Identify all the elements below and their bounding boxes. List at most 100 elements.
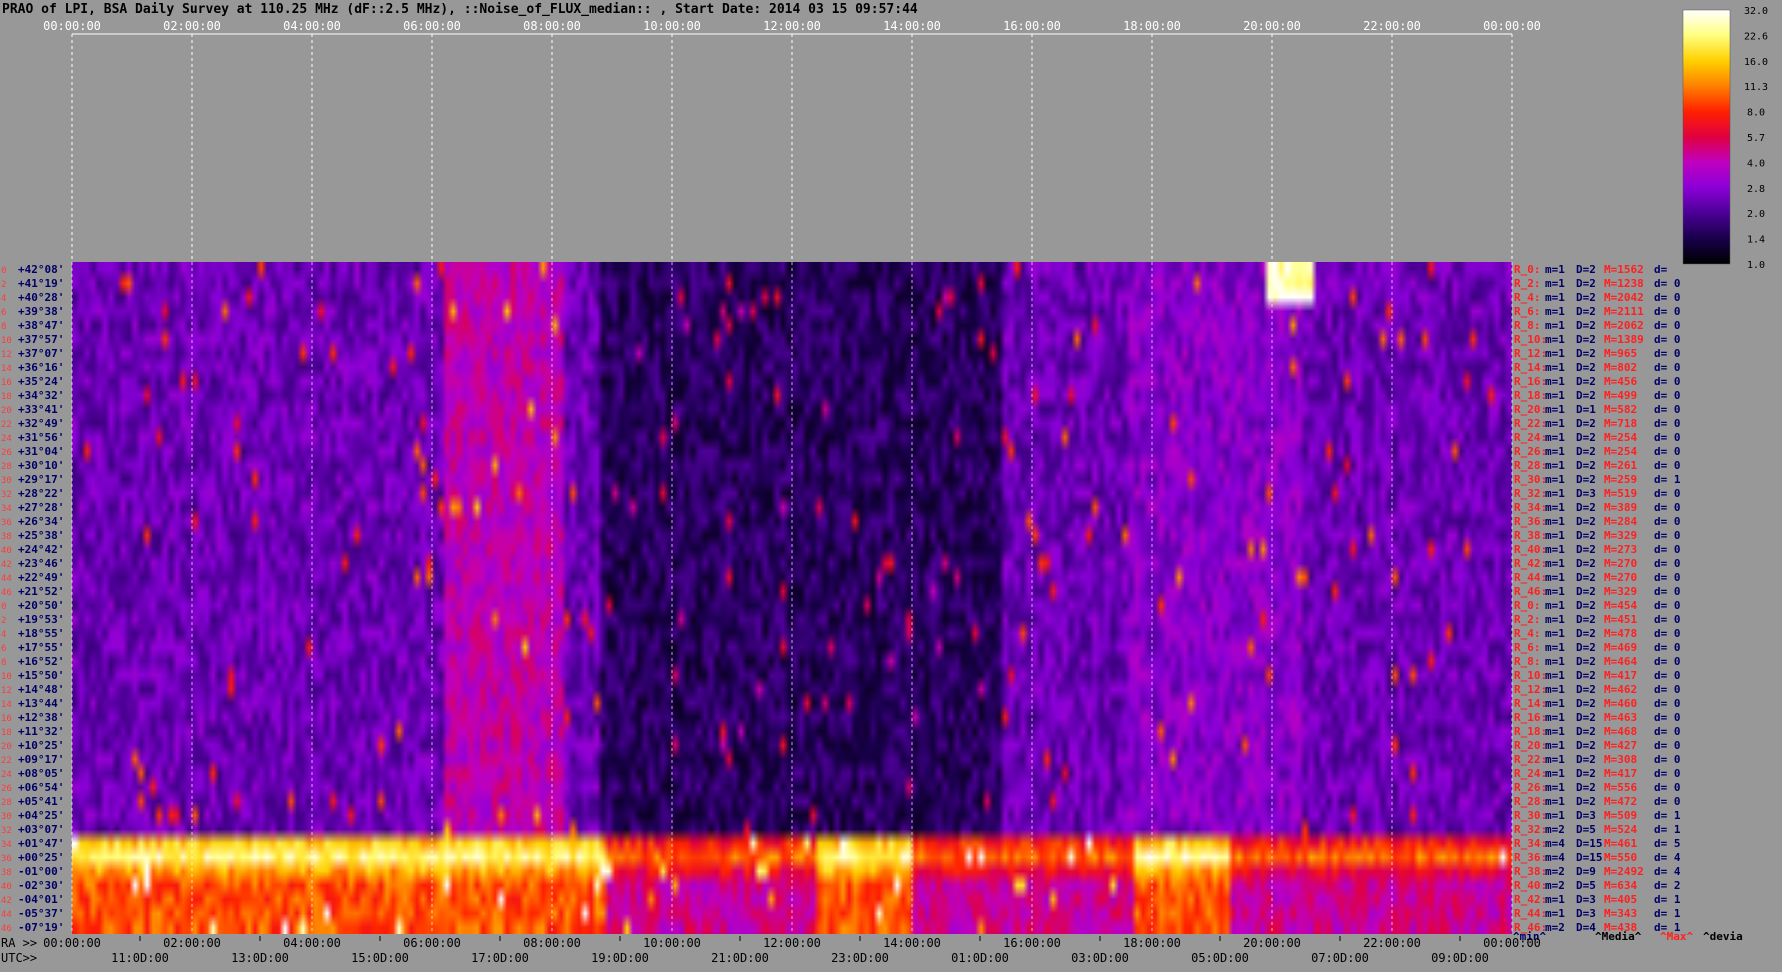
beam-min: m=1 <box>1545 529 1565 542</box>
beam-max: M=329 <box>1604 529 1637 542</box>
beam-devia: d= 0 <box>1654 725 1681 738</box>
beam-max: M=509 <box>1604 809 1637 822</box>
beam-devia: d= 0 <box>1654 529 1681 542</box>
top-time-label: 04:00:00 <box>283 19 341 33</box>
beam-row-index: 30 <box>1 812 12 822</box>
beam-devia: d= 0 <box>1654 291 1681 304</box>
beam-min: m=1 <box>1545 795 1565 808</box>
beam-min: m=1 <box>1545 697 1565 710</box>
declination-label: +18°55' <box>18 627 64 640</box>
beam-id: R_22: <box>1514 753 1547 766</box>
beam-min: m=1 <box>1545 543 1565 556</box>
beam-max: M=456 <box>1604 375 1637 388</box>
top-time-label: 14:00:00 <box>883 19 941 33</box>
beam-id: R_4: <box>1514 627 1541 640</box>
beam-devia: d= 0 <box>1654 739 1681 752</box>
beam-devia: d= 0 <box>1654 599 1681 612</box>
beam-max: M=472 <box>1604 795 1637 808</box>
beam-row-index: 6 <box>1 644 6 654</box>
declination-label: +04°25' <box>18 809 64 822</box>
beam-min: m=1 <box>1545 571 1565 584</box>
ra-tick-label: 00:00:00 <box>1483 936 1541 950</box>
beam-id: R_26: <box>1514 445 1547 458</box>
beam-median: D=2 <box>1576 333 1596 346</box>
beam-id: R_16: <box>1514 711 1547 724</box>
beam-id: R_4: <box>1514 291 1541 304</box>
beam-median: D=3 <box>1576 487 1596 500</box>
beam-devia: d= 0 <box>1654 697 1681 710</box>
beam-devia: d= 4 <box>1654 865 1681 878</box>
beam-min: m=2 <box>1545 823 1565 836</box>
utc-tick-label: 13:0D:00 <box>231 951 289 965</box>
beam-min: m=1 <box>1545 305 1565 318</box>
beam-max: M=463 <box>1604 711 1637 724</box>
beam-max: M=524 <box>1604 823 1637 836</box>
top-time-label: 00:00:00 <box>1483 19 1541 33</box>
beam-row-indices: 0246810121416182022242628303234363840424… <box>1 266 12 934</box>
beam-id: R_30: <box>1514 809 1547 822</box>
beam-id: R_36: <box>1514 515 1547 528</box>
beam-row-index: 10 <box>1 672 12 682</box>
beam-median: D=2 <box>1576 795 1596 808</box>
beam-max: M=469 <box>1604 641 1637 654</box>
declination-label: +00°25' <box>18 851 64 864</box>
beam-median: D=15 <box>1576 837 1603 850</box>
ra-tick-label: 02:00:00 <box>163 936 221 950</box>
declination-label: +14°48' <box>18 683 64 696</box>
beam-row-index: 42 <box>1 896 12 906</box>
beam-id: R_38: <box>1514 865 1547 878</box>
beam-devia: d= 0 <box>1654 627 1681 640</box>
beam-id: R_22: <box>1514 417 1547 430</box>
beam-id: R_12: <box>1514 347 1547 360</box>
colorbar-label: 8.0 <box>1747 108 1765 119</box>
beam-min: m=1 <box>1545 501 1565 514</box>
beam-devia: d= 0 <box>1654 277 1681 290</box>
utc-tick-label: 15:0D:00 <box>351 951 409 965</box>
beam-max: M=254 <box>1604 445 1637 458</box>
beam-max: M=343 <box>1604 907 1637 920</box>
colorbar-label: 5.7 <box>1747 133 1765 144</box>
beam-median: D=2 <box>1576 445 1596 458</box>
beam-max: M=273 <box>1604 543 1637 556</box>
utc-tick-label: 01:0D:00 <box>951 951 1009 965</box>
beam-max: M=284 <box>1604 515 1637 528</box>
beam-median: D=2 <box>1576 417 1596 430</box>
beam-row-index: 26 <box>1 448 12 458</box>
beam-max: M=478 <box>1604 627 1637 640</box>
beam-min: m=1 <box>1545 277 1565 290</box>
declination-label: +36°16' <box>18 361 64 374</box>
declination-label: +06°54' <box>18 781 64 794</box>
beam-id: R_10: <box>1514 669 1547 682</box>
beam-row-index: 18 <box>1 392 12 402</box>
beam-min: m=1 <box>1545 585 1565 598</box>
beam-id: R_28: <box>1514 459 1547 472</box>
beam-median: D=2 <box>1576 431 1596 444</box>
declination-label: +35°24' <box>18 375 64 388</box>
beam-devia: d= 0 <box>1654 557 1681 570</box>
beam-devia: d= 1 <box>1654 473 1681 486</box>
beam-median: D=2 <box>1576 389 1596 402</box>
ra-tick-label: 04:00:00 <box>283 936 341 950</box>
beam-min: m=1 <box>1545 739 1565 752</box>
beam-min: m=1 <box>1545 473 1565 486</box>
top-time-label: 18:00:00 <box>1123 19 1181 33</box>
declination-label: +20°50' <box>18 599 64 612</box>
ra-tick-label: 12:00:00 <box>763 936 821 950</box>
colorbar-label: 2.0 <box>1747 209 1765 220</box>
declination-label: +34°32' <box>18 389 64 402</box>
top-time-label: 06:00:00 <box>403 19 461 33</box>
beam-min: m=1 <box>1545 627 1565 640</box>
beam-min: m=1 <box>1545 767 1565 780</box>
declination-label: +31°04' <box>18 445 64 458</box>
beam-max: M=464 <box>1604 655 1637 668</box>
beam-min: m=1 <box>1545 725 1565 738</box>
beam-max: M=2042 <box>1604 291 1644 304</box>
utc-tick-label: 17:0D:00 <box>471 951 529 965</box>
beam-min: m=1 <box>1545 291 1565 304</box>
beam-median: D=2 <box>1576 263 1596 276</box>
beam-median: D=2 <box>1576 291 1596 304</box>
beam-median: D=2 <box>1576 501 1596 514</box>
legend-max: ^Max^ <box>1660 930 1693 943</box>
beam-median: D=3 <box>1576 893 1596 906</box>
beam-min: m=1 <box>1545 403 1565 416</box>
